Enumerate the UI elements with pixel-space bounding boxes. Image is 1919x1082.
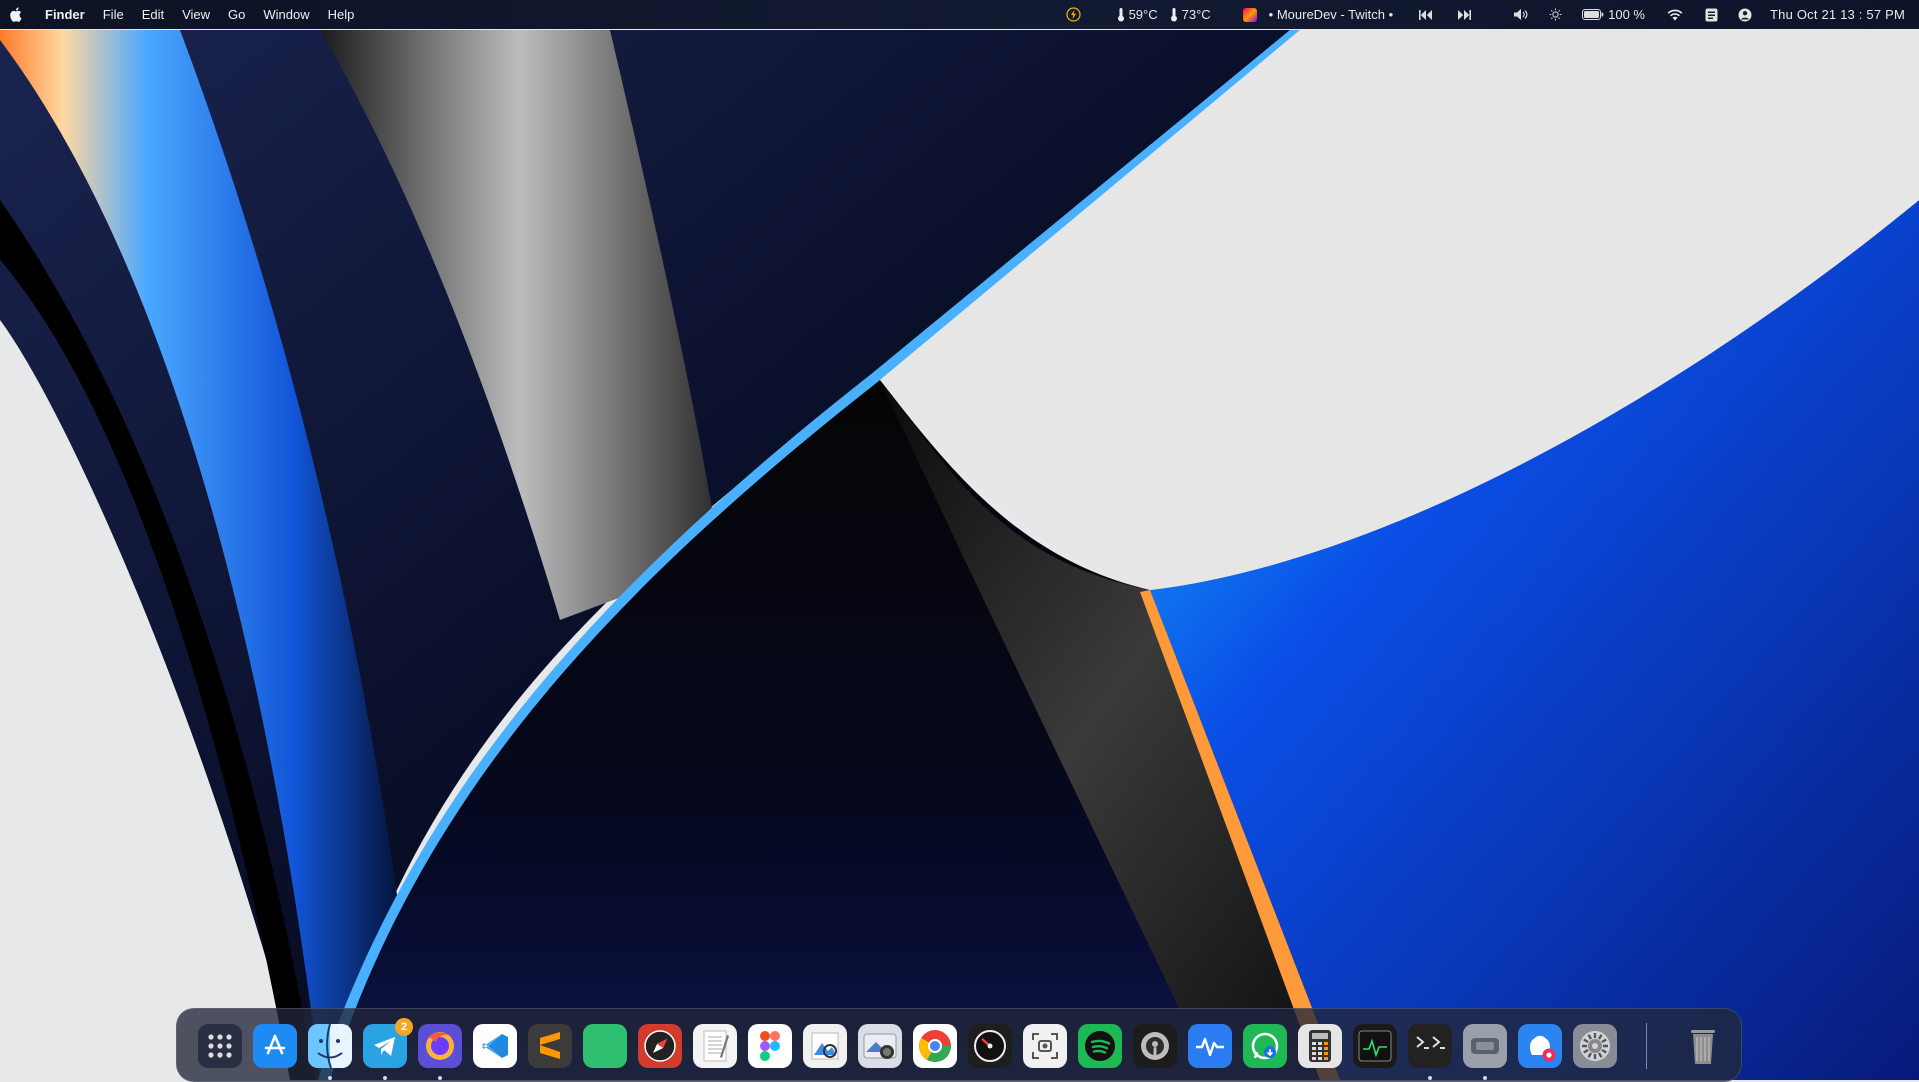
dock-item-chrome[interactable] <box>913 1024 957 1068</box>
dock: 2 <box>176 1008 1742 1082</box>
running-indicator <box>1428 1076 1432 1080</box>
thermometer-icon <box>1117 8 1124 22</box>
dock-item-github-desktop[interactable] <box>1518 1024 1562 1068</box>
now-playing-title[interactable]: • MoureDev - Twitch • <box>1263 0 1399 29</box>
textedit-icon <box>693 1024 737 1068</box>
screenshot-icon <box>1023 1024 1067 1068</box>
chrome-icon <box>913 1024 957 1068</box>
launchpad-icon <box>198 1024 242 1068</box>
green-app-icon <box>583 1024 627 1068</box>
activity-icon <box>1188 1024 1232 1068</box>
notification-badge: 2 <box>395 1018 413 1036</box>
dock-item-figma[interactable] <box>748 1024 792 1068</box>
running-indicator <box>383 1076 387 1080</box>
dock-item-compass[interactable] <box>638 1024 682 1068</box>
thermometer-icon <box>1170 8 1177 22</box>
menu-view[interactable]: View <box>173 0 219 29</box>
vscode-icon <box>473 1024 517 1068</box>
podcast-icon <box>1133 1024 1177 1068</box>
dock-item-preview[interactable] <box>803 1024 847 1068</box>
dock-item-whatsapp[interactable] <box>1243 1024 1287 1068</box>
dock-item-podcast[interactable] <box>1133 1024 1177 1068</box>
battery-icon <box>1582 9 1604 20</box>
dock-item-green-app[interactable] <box>583 1024 627 1068</box>
menu-bar: Finder File Edit View Go Window Help 59°… <box>0 0 1919 29</box>
dock-item-app-store[interactable] <box>253 1024 297 1068</box>
github-desktop-icon <box>1518 1024 1562 1068</box>
dock-separator <box>1646 1023 1647 1069</box>
brightness-icon[interactable] <box>1543 0 1568 29</box>
gear-icon <box>1573 1024 1617 1068</box>
cpu-temp-indicator[interactable]: 59°C <box>1111 0 1164 29</box>
user-account-icon[interactable] <box>1732 0 1758 29</box>
dock-item-sublime[interactable] <box>528 1024 572 1068</box>
dock-item-vscode[interactable] <box>473 1024 517 1068</box>
compass-icon <box>638 1024 682 1068</box>
dock-item-calculator[interactable] <box>1298 1024 1342 1068</box>
dock-item-finder[interactable] <box>308 1024 352 1080</box>
battery-percent: 100 % <box>1608 7 1645 22</box>
image-capture-icon <box>858 1024 902 1068</box>
finder-icon <box>308 1024 352 1068</box>
running-indicator <box>328 1076 332 1080</box>
gpu-temp: 73°C <box>1181 7 1211 22</box>
apple-menu-icon[interactable] <box>8 7 22 22</box>
desktop-wallpaper <box>0 0 1919 1080</box>
control-center-icon[interactable] <box>1699 0 1724 29</box>
spotify-icon <box>1078 1024 1122 1068</box>
running-indicator <box>1483 1076 1487 1080</box>
now-playing-app-icon[interactable] <box>1237 0 1263 29</box>
dock-item-textedit[interactable] <box>693 1024 737 1068</box>
dock-item-trash[interactable] <box>1681 1024 1725 1068</box>
dock-item-image-capture[interactable] <box>858 1024 902 1068</box>
firefox-icon <box>418 1024 462 1068</box>
dock-item-telegram[interactable]: 2 <box>363 1018 413 1080</box>
preview-icon <box>803 1024 847 1068</box>
menu-file[interactable]: File <box>94 0 133 29</box>
dock-item-firefox[interactable] <box>418 1024 462 1080</box>
menu-go[interactable]: Go <box>219 0 254 29</box>
console-icon <box>1353 1024 1397 1068</box>
menu-edit[interactable]: Edit <box>133 0 173 29</box>
menu-clock[interactable]: Thu Oct 21 13 : 57 PM <box>1764 0 1911 29</box>
dock-item-grey-app[interactable] <box>1463 1024 1507 1080</box>
previous-track-icon[interactable] <box>1413 0 1439 29</box>
dock-item-launchpad[interactable] <box>198 1024 242 1068</box>
sublime-icon <box>528 1024 572 1068</box>
terminal-icon <box>1408 1024 1452 1068</box>
running-indicator <box>438 1076 442 1080</box>
menu-window[interactable]: Window <box>254 0 318 29</box>
gauge-icon <box>968 1024 1012 1068</box>
calculator-icon <box>1298 1024 1342 1068</box>
dock-item-spotify[interactable] <box>1078 1024 1122 1068</box>
dock-item-activity[interactable] <box>1188 1024 1232 1068</box>
dock-item-terminal[interactable] <box>1408 1024 1452 1080</box>
app-store-icon <box>253 1024 297 1068</box>
dock-item-gear[interactable] <box>1573 1024 1617 1068</box>
next-track-icon[interactable] <box>1451 0 1477 29</box>
figma-icon <box>748 1024 792 1068</box>
whatsapp-icon <box>1243 1024 1287 1068</box>
trash-icon <box>1681 1024 1725 1068</box>
cpu-temp: 59°C <box>1128 7 1158 22</box>
menu-help[interactable]: Help <box>319 0 364 29</box>
dock-item-screenshot[interactable] <box>1023 1024 1067 1068</box>
menu-app-name[interactable]: Finder <box>36 0 94 29</box>
dock-item-console[interactable] <box>1353 1024 1397 1068</box>
dock-item-gauge[interactable] <box>968 1024 1012 1068</box>
gpu-temp-indicator[interactable]: 73°C <box>1164 0 1217 29</box>
lightning-icon[interactable] <box>1060 0 1087 29</box>
grey-app-icon <box>1463 1024 1507 1068</box>
volume-icon[interactable] <box>1507 0 1535 29</box>
wifi-icon[interactable] <box>1661 0 1689 29</box>
battery-indicator[interactable]: 100 % <box>1576 0 1651 29</box>
